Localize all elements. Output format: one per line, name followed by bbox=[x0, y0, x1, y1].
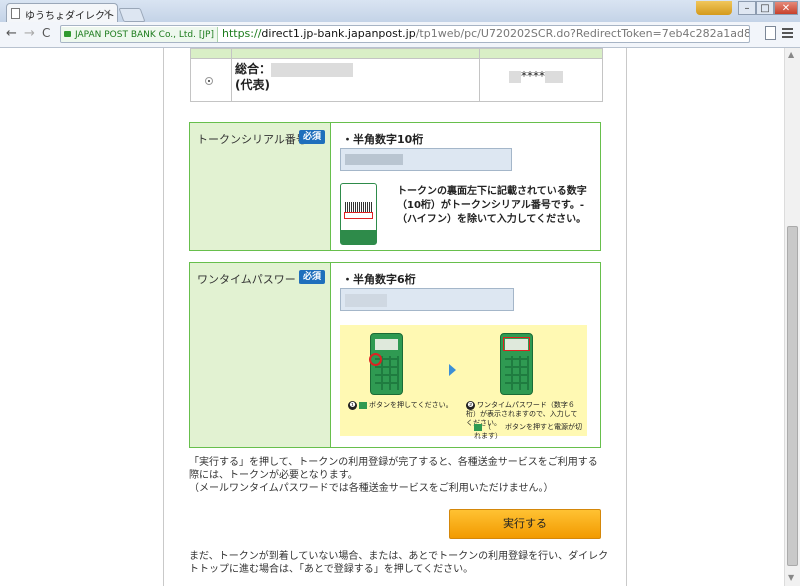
power-note: （ ボタンを押すと電源が切れます） bbox=[474, 423, 586, 441]
otp-step1: ❶ ボタンを押してください。 bbox=[348, 401, 460, 410]
step1-text: ボタンを押してください。 bbox=[369, 401, 453, 409]
account-table-header bbox=[191, 49, 602, 59]
step1-number: ❶ bbox=[348, 401, 357, 410]
account-name: 総合： (代表) bbox=[235, 61, 354, 93]
token-device-step2 bbox=[500, 333, 533, 395]
url-text[interactable]: https://direct1.jp-bank.japanpost.jp/tp1… bbox=[218, 26, 750, 42]
page-action-icon[interactable] bbox=[765, 26, 776, 40]
redacted-input-value bbox=[345, 294, 387, 307]
required-badge: 必須 bbox=[299, 270, 325, 284]
token-keypad bbox=[505, 356, 529, 390]
redacted-input-value bbox=[345, 154, 403, 165]
account-name-suffix: (代表) bbox=[235, 78, 270, 92]
token-screen bbox=[375, 339, 398, 350]
otp-label-cell: ワンタイムパスワード 必須 bbox=[190, 263, 331, 447]
reload-icon[interactable]: C bbox=[42, 26, 50, 40]
otp-section: ワンタイムパスワード 必須 ・半角数字6桁 ❶ ボタンを押してください。 ❷ ワ… bbox=[189, 262, 601, 448]
execute-button[interactable]: 実行する bbox=[449, 509, 601, 539]
lock-icon bbox=[64, 31, 71, 37]
step2-number: ❷ bbox=[466, 401, 475, 410]
ev-certificate-badge[interactable]: JAPAN POST BANK Co., Ltd. [JP] bbox=[61, 27, 218, 42]
power-button-icon bbox=[474, 423, 482, 431]
page-viewport: 総合： (代表) **** トークンシリアル番号 必須 ・半角数字10桁 トーク… bbox=[0, 48, 784, 586]
token-serial-note: ・半角数字10桁 bbox=[342, 133, 424, 146]
arrow-right-icon bbox=[449, 364, 456, 376]
forward-icon[interactable]: → bbox=[24, 26, 35, 41]
power-button-highlight bbox=[369, 353, 382, 366]
minimize-button[interactable]: – bbox=[738, 1, 756, 15]
otp-input[interactable] bbox=[340, 288, 514, 311]
otp-note: ・半角数字6桁 bbox=[342, 273, 416, 286]
ev-label: JAPAN POST BANK Co., Ltd. [JP] bbox=[75, 30, 214, 40]
url-host: direct1.jp-bank.japanpost.jp bbox=[261, 27, 416, 40]
browser-tab[interactable]: ゆうちょダイレクト | ト × bbox=[6, 3, 118, 22]
url-scheme: https:// bbox=[221, 27, 262, 40]
notice-text: 「実行する」を押して、トークンの利用登録が完了すると、各種送金サービスをご利用す… bbox=[189, 457, 598, 494]
tab-close-icon[interactable]: × bbox=[103, 6, 112, 19]
account-name-prefix: 総合： bbox=[235, 62, 272, 76]
scrollbar-thumb[interactable] bbox=[787, 226, 798, 566]
power-button-icon bbox=[359, 401, 367, 409]
new-tab-button[interactable] bbox=[118, 8, 146, 22]
redacted-text bbox=[509, 70, 521, 83]
menu-icon[interactable] bbox=[782, 28, 793, 40]
required-badge: 必須 bbox=[299, 130, 325, 144]
close-window-button[interactable]: ✕ bbox=[774, 1, 798, 15]
profile-badge[interactable] bbox=[696, 1, 732, 15]
barcode bbox=[345, 202, 372, 212]
token-serial-label-cell: トークンシリアル番号 必須 bbox=[190, 123, 331, 250]
token-back-image bbox=[340, 183, 377, 245]
column-divider bbox=[231, 49, 232, 101]
serial-highlight bbox=[344, 212, 373, 219]
scroll-down-icon[interactable]: ▼ bbox=[788, 573, 794, 582]
account-table: 総合： (代表) **** bbox=[190, 48, 603, 102]
maximize-button[interactable]: □ bbox=[756, 1, 774, 15]
otp-display-highlight bbox=[503, 337, 530, 351]
token-serial-input[interactable] bbox=[340, 148, 512, 171]
token-serial-label: トークンシリアル番号 bbox=[197, 133, 307, 146]
redacted-text bbox=[271, 62, 354, 77]
vertical-scrollbar[interactable]: ▲ ▼ bbox=[784, 48, 800, 586]
token-device-step1 bbox=[369, 333, 403, 395]
column-divider bbox=[479, 49, 480, 101]
account-radio[interactable] bbox=[205, 77, 213, 85]
browser-titlebar: ゆうちょダイレクト | ト × – □ ✕ bbox=[0, 0, 800, 22]
browser-toolbar: ← → C JAPAN POST BANK Co., Ltd. [JP] htt… bbox=[0, 22, 800, 48]
token-footer bbox=[341, 230, 376, 244]
redacted-text bbox=[545, 70, 563, 83]
address-bar[interactable]: JAPAN POST BANK Co., Ltd. [JP] https://d… bbox=[60, 25, 750, 43]
page-icon bbox=[11, 8, 20, 19]
power-note-text: （ ボタンを押すと電源が切れます） bbox=[474, 423, 582, 440]
back-icon[interactable]: ← bbox=[6, 26, 17, 41]
scroll-up-icon[interactable]: ▲ bbox=[788, 50, 794, 59]
masked-account-number: **** bbox=[521, 69, 545, 83]
footer-text: まだ、トークンが到着していない場合、または、あとでトークンの利用登録を行い、ダイ… bbox=[189, 551, 609, 575]
otp-label: ワンタイムパスワード bbox=[197, 273, 307, 286]
token-serial-description: トークンの裏面左下に記載されている数字（10桁）がトークンシリアル番号です。-（… bbox=[397, 186, 587, 225]
url-path: /tp1web/pc/U720202SCR.do?RedirectToken=7… bbox=[415, 27, 750, 40]
token-serial-section: トークンシリアル番号 必須 ・半角数字10桁 トークンの裏面左下に記載されている… bbox=[189, 122, 601, 251]
account-number: **** bbox=[509, 69, 563, 83]
otp-instruction-panel: ❶ ボタンを押してください。 ❷ ワンタイムパスワード（数字６桁）が表示されますので… bbox=[340, 325, 587, 440]
